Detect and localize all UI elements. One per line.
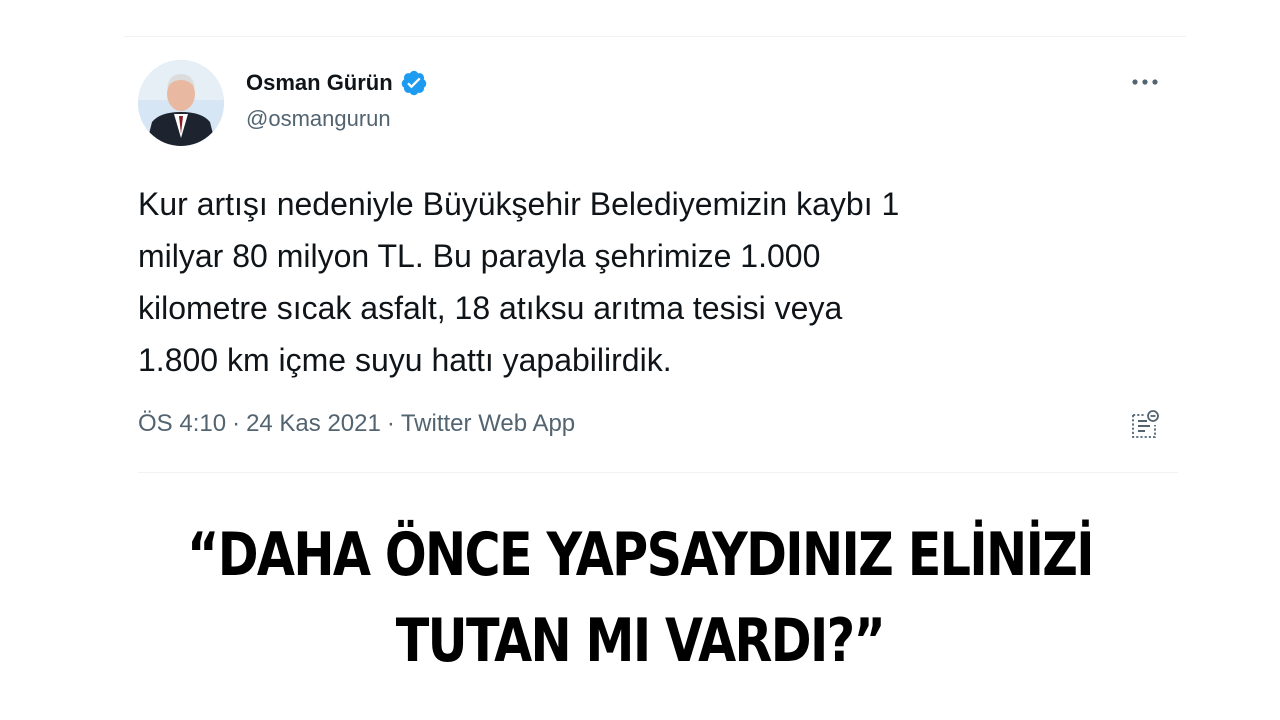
tweet-card: Osman Gürün @osmangurun Kur artışı neden… <box>124 36 1186 473</box>
analytics-icon <box>1132 410 1159 438</box>
meta-separator: · <box>386 410 395 437</box>
tweet-source[interactable]: Twitter Web App <box>401 410 575 437</box>
avatar[interactable] <box>138 60 224 146</box>
tweet-time[interactable]: ÖS 4:10 <box>138 410 226 437</box>
bottom-divider <box>138 472 1178 473</box>
author-handle[interactable]: @osmangurun <box>246 106 391 132</box>
tweet-text-line: milyar 80 milyon TL. Bu parayla şehrimiz… <box>138 238 821 274</box>
meta-separator: · <box>232 410 241 437</box>
analytics-button[interactable] <box>1126 406 1164 444</box>
headline: “DAHA ÖNCE YAPSAYDINIZ ELİNİZİ TUTAN MI … <box>115 512 1165 684</box>
headline-line-1: “DAHA ÖNCE YAPSAYDINIZ ELİNİZİ <box>187 520 1095 590</box>
tweet-text-line: 1.800 km içme suyu hattı yapabilirdik. <box>138 342 672 378</box>
top-divider <box>124 36 1186 37</box>
avatar-photo-icon <box>138 60 224 146</box>
author-name[interactable]: Osman Gürün <box>246 70 393 96</box>
tweet-text-line: Kur artışı nedeniyle Büyükşehir Belediye… <box>138 186 900 222</box>
tweet-text: Kur artışı nedeniyle Büyükşehir Belediye… <box>138 178 1118 386</box>
verified-check-icon <box>400 69 428 97</box>
more-dots-icon <box>1132 79 1158 85</box>
tweet-text-line: kilometre sıcak asfalt, 18 atıksu arıtma… <box>138 290 843 326</box>
headline-line-2: TUTAN MI VARDI?” <box>395 606 886 676</box>
author-name-row: Osman Gürün <box>246 68 428 98</box>
more-options-button[interactable] <box>1128 70 1162 94</box>
tweet-meta: ÖS 4:10 · 24 Kas 2021 · Twitter Web App <box>138 410 575 438</box>
tweet-date[interactable]: 24 Kas 2021 <box>246 410 381 437</box>
